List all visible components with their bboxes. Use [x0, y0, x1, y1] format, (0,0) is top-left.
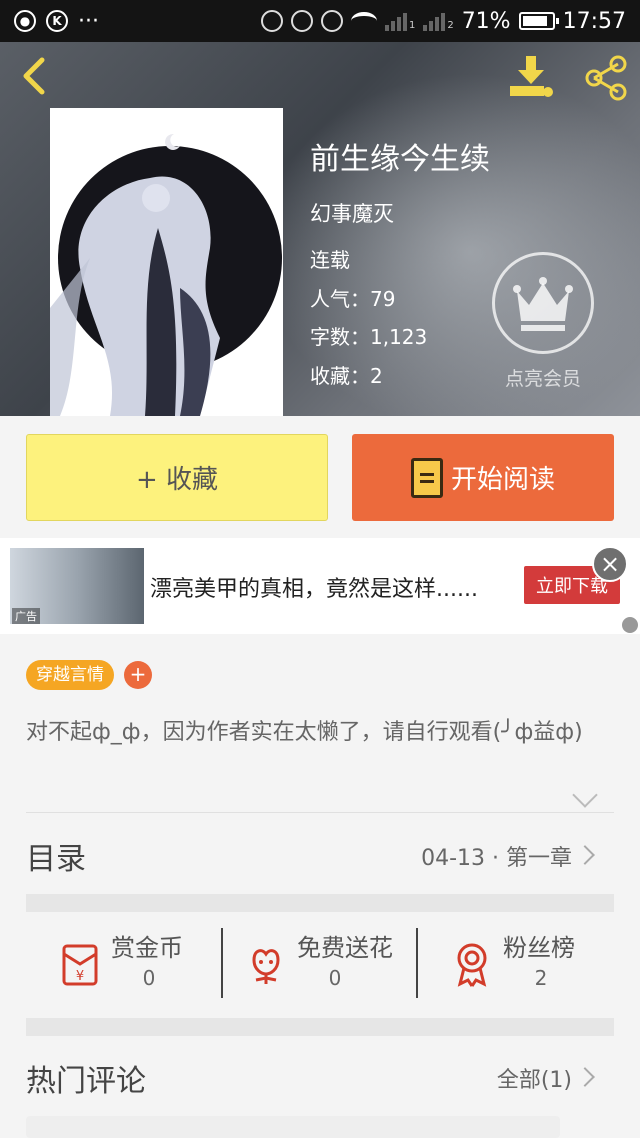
wifi-icon — [350, 12, 377, 30]
alarm-icon — [320, 10, 343, 32]
vibrate-icon — [260, 10, 283, 32]
hot-comments-title: 热门评论 — [26, 1064, 146, 1099]
red-envelope-icon: ¥ — [62, 944, 98, 986]
signal-1-icon: 1 — [384, 11, 415, 31]
all-comments-link[interactable]: 全部(1) — [497, 1062, 572, 1094]
book-author[interactable]: 幻事魔灭 — [310, 198, 394, 228]
divider — [26, 812, 614, 813]
reward-separator — [221, 928, 223, 998]
headphones-icon — [290, 10, 313, 32]
crown-icon — [513, 277, 573, 331]
cover-illustration — [50, 108, 283, 416]
book-header: 前生缘今生续 幻事魔灭 连载 人气：79 字数：1,123 收藏：2 点亮会员 — [0, 42, 640, 416]
vip-label: 点亮会员 — [504, 368, 581, 390]
book-description: 对不起ф_ф，因为作者实在太懒了，请自行观看(╯ф益ф) — [26, 720, 583, 745]
book-popularity: 人气：79 — [310, 287, 396, 311]
signal-2-icon: 2 — [423, 11, 454, 31]
flower-icon — [252, 949, 280, 984]
book-word-count: 字数：1,123 — [310, 325, 428, 349]
medal-icon — [457, 943, 487, 987]
ad-headline[interactable]: 漂亮美甲的真相，竟然是这样...... — [150, 571, 478, 603]
chat-notification-icon: ● — [14, 10, 36, 32]
reward-flowers-value: 0 — [328, 966, 342, 990]
share-icon — [585, 55, 627, 101]
favorite-button[interactable]: + 收藏 — [26, 434, 328, 521]
chevron-left-icon — [23, 57, 45, 95]
section-separator — [26, 1018, 614, 1036]
reward-coins-value: 0 — [142, 966, 156, 990]
book-icon — [410, 457, 443, 498]
reward-separator — [416, 928, 418, 998]
clock: 17:57 — [562, 8, 626, 34]
ad-info-icon[interactable] — [622, 617, 638, 633]
toc-chevron-right-icon[interactable] — [575, 845, 595, 865]
reward-fan-ranking-label: 粉丝榜 — [503, 934, 575, 962]
ad-banner[interactable]: 广告 漂亮美甲的真相，竟然是这样...... 立即下载 × — [0, 538, 640, 634]
toc-title[interactable]: 目录 — [26, 834, 86, 878]
action-bar: + 收藏 开始阅读 — [0, 416, 640, 538]
status-bar: ● K ··· 1 2 71% 17:57 — [0, 0, 640, 42]
back-button[interactable] — [16, 56, 56, 96]
ad-tag: 广告 — [12, 608, 40, 624]
reward-flowers[interactable]: 免费送花 0 — [242, 928, 438, 1000]
book-status: 连载 — [310, 248, 350, 272]
book-cover[interactable] — [50, 108, 283, 416]
reward-flowers-label: 免费送花 — [297, 934, 393, 962]
book-favorites: 收藏：2 — [310, 364, 383, 388]
reward-fan-ranking-value: 2 — [534, 966, 548, 990]
expand-description-icon[interactable] — [572, 782, 598, 808]
svg-text:¥: ¥ — [76, 969, 84, 984]
section-separator — [26, 894, 614, 912]
add-tag-button[interactable]: + — [124, 661, 152, 689]
toc-latest-chapter[interactable]: 04-13 · 第一章 — [421, 840, 572, 872]
k-app-icon: K — [46, 10, 68, 32]
reward-coins-label: 赏金币 — [111, 934, 183, 962]
more-notifications-icon: ··· — [78, 8, 99, 34]
start-reading-label: 开始阅读 — [450, 465, 555, 495]
download-icon — [510, 56, 553, 97]
ad-close-button[interactable]: × — [592, 546, 628, 582]
comments-chevron-right-icon[interactable] — [575, 1067, 595, 1087]
start-reading-button[interactable]: 开始阅读 — [352, 434, 614, 521]
share-button[interactable] — [582, 54, 630, 102]
battery-icon — [518, 12, 559, 30]
download-button[interactable] — [508, 54, 556, 98]
reward-fan-ranking[interactable]: 粉丝榜 2 — [448, 928, 640, 1000]
battery-percent: 71% — [461, 8, 511, 34]
book-detail: 穿越言情 + 对不起ф_ф，因为作者实在太懒了，请自行观看(╯ф益ф) — [0, 634, 640, 814]
vip-button[interactable] — [492, 252, 594, 354]
genre-tag[interactable]: 穿越言情 — [26, 660, 114, 690]
book-title: 前生缘今生续 — [310, 142, 490, 177]
comment-item[interactable] — [26, 1116, 560, 1138]
